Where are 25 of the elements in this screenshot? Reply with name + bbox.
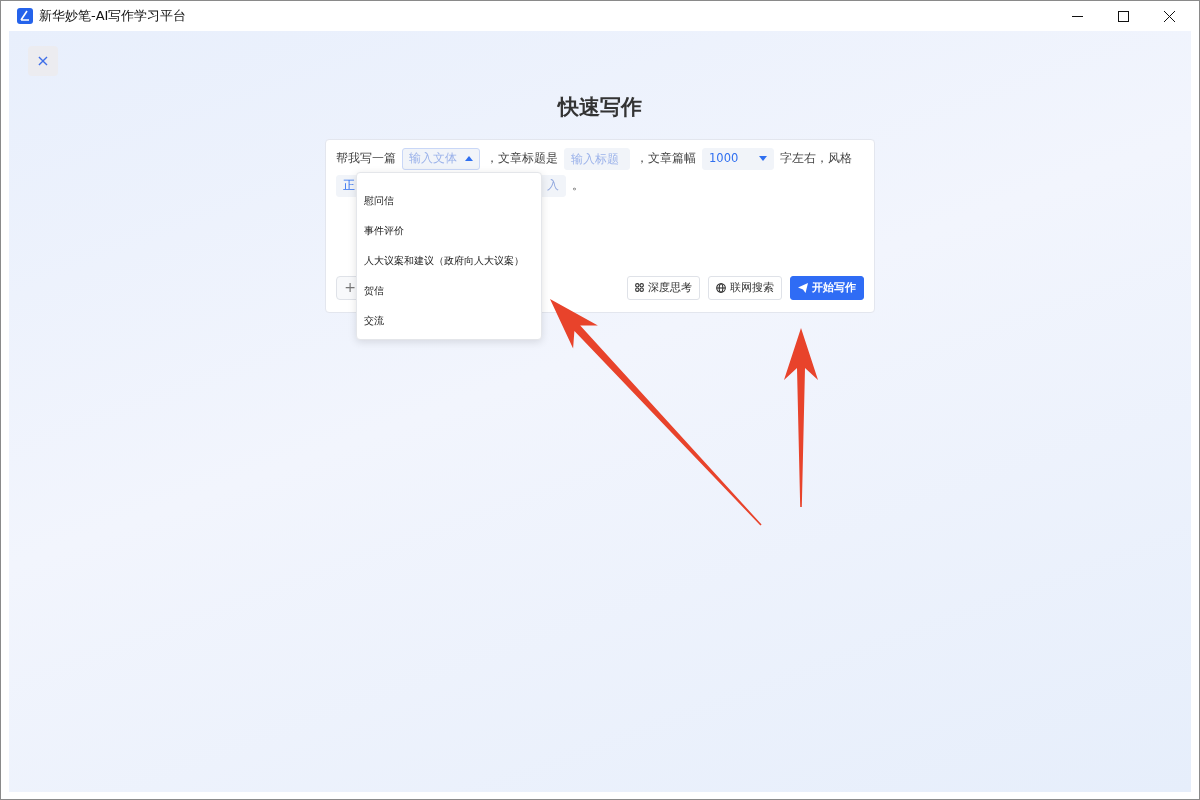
window-title: 新华妙笔-AI写作学习平台 [39,7,187,26]
send-icon [798,282,808,293]
globe-icon [716,282,726,293]
maximize-icon [1117,10,1129,22]
app-logo-icon [17,8,33,24]
caret-icon [759,155,767,161]
start-writing-button[interactable]: 开始写作 [790,275,864,300]
close-icon [1163,10,1175,22]
prompt-text: 帮我写一篇 [336,149,396,167]
dropdown-option[interactable]: 交流 [357,305,541,335]
rings-icon [635,283,644,292]
prompt-text: 字左右，风格 [780,149,852,167]
page-title: 快速写作 [556,94,643,121]
title-field[interactable]: 输入标题 [564,147,630,170]
close-button[interactable]: × [28,46,58,76]
caret-icon [465,155,473,161]
prompt-text: ，文章标题是 [486,149,558,167]
prompt-text: ，文章篇幅 [636,149,696,167]
length-select[interactable]: 1000 [702,147,774,170]
dropdown-option[interactable]: 慰问信 [357,185,541,215]
dropdown-option[interactable]: 事件评价 [357,215,541,245]
dropdown-option[interactable]: 人大议案和建议（政府向人大议案） [357,245,541,275]
deep-think-button[interactable]: 深度思考 [627,275,700,300]
prompt-text: 。 [572,176,584,194]
web-search-button[interactable]: 联网搜索 [708,275,782,300]
